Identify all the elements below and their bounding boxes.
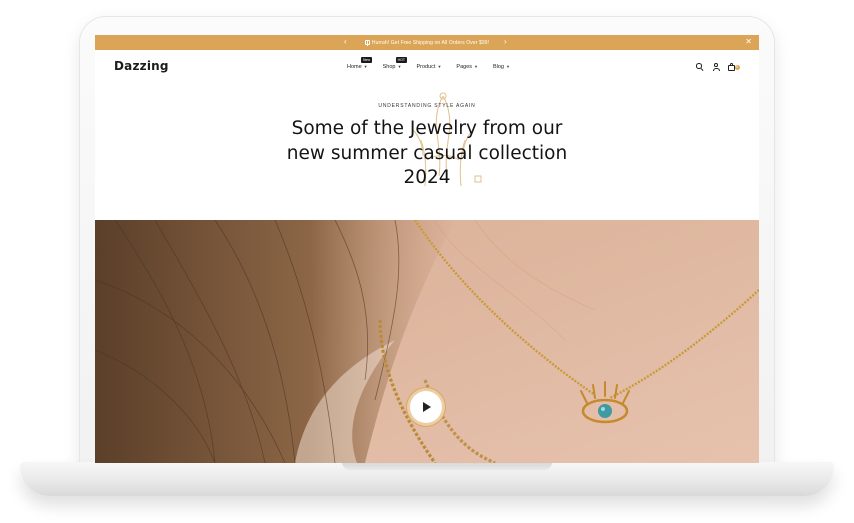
- nav-item-product[interactable]: Product ▼: [416, 64, 441, 70]
- cart-icon[interactable]: 0: [728, 62, 740, 71]
- main-nav: New Home ▼ HOT Shop ▼ Product ▼ Pages ▼ Blog…: [347, 57, 510, 70]
- chevron-down-icon: ▼: [397, 64, 402, 69]
- nav-item-blog[interactable]: Blog ▼: [493, 64, 510, 70]
- nav-label: Home: [347, 64, 362, 70]
- chevron-left-icon[interactable]: ‹: [344, 37, 347, 47]
- nav-badge-new: New: [361, 57, 373, 63]
- announcement-message: Hurrah! Get Free Shipping on All Orders …: [364, 39, 490, 46]
- chevron-down-icon: ▼: [437, 64, 442, 69]
- site-logo[interactable]: Dazzing: [114, 59, 169, 73]
- nav-label: Pages: [456, 64, 473, 70]
- announcement-text: Hurrah! Get Free Shipping on All Orders …: [371, 39, 490, 46]
- close-icon[interactable]: ✕: [745, 37, 752, 47]
- laptop-base: [20, 462, 834, 496]
- announcement-bar: ‹ Hurrah! Get Free Shipping on All Order…: [95, 35, 759, 50]
- gift-icon: [364, 40, 370, 46]
- nav-label: Product: [416, 64, 436, 70]
- cart-count-badge: 0: [734, 64, 740, 70]
- header-actions: 0: [696, 62, 740, 71]
- hero-headline: Some of the Jewelry from our new summer …: [286, 118, 568, 188]
- search-icon[interactable]: [696, 63, 704, 71]
- chevron-down-icon: ▼: [506, 64, 510, 69]
- laptop-notch: [342, 462, 552, 470]
- site-header: Dazzing New Home ▼ HOT Shop ▼ Product ▼ Pag…: [95, 50, 759, 86]
- necklace-photo: [95, 220, 759, 463]
- website-screen: ‹ Hurrah! Get Free Shipping on All Order…: [95, 35, 759, 463]
- play-icon: [423, 402, 431, 412]
- laptop-frame: ‹ Hurrah! Get Free Shipping on All Order…: [0, 0, 854, 523]
- chevron-down-icon: ▼: [474, 64, 478, 69]
- user-icon[interactable]: [712, 63, 720, 71]
- chevron-right-icon[interactable]: ›: [504, 37, 507, 47]
- nav-badge-hot: HOT: [395, 57, 408, 63]
- nav-item-home[interactable]: New Home ▼: [347, 57, 373, 70]
- nav-item-shop[interactable]: HOT Shop ▼: [382, 57, 408, 70]
- hero-section: UNDERSTANDING STYLE AGAIN Some of the Je…: [95, 86, 759, 220]
- hero-eyebrow: UNDERSTANDING STYLE AGAIN: [378, 103, 476, 109]
- play-video-button[interactable]: [410, 391, 442, 423]
- chevron-down-icon: ▼: [363, 64, 368, 69]
- nav-label: Shop: [382, 64, 396, 70]
- nav-item-pages[interactable]: Pages ▼: [456, 64, 478, 70]
- hero-image: [95, 220, 759, 463]
- nav-label: Blog: [492, 64, 504, 70]
